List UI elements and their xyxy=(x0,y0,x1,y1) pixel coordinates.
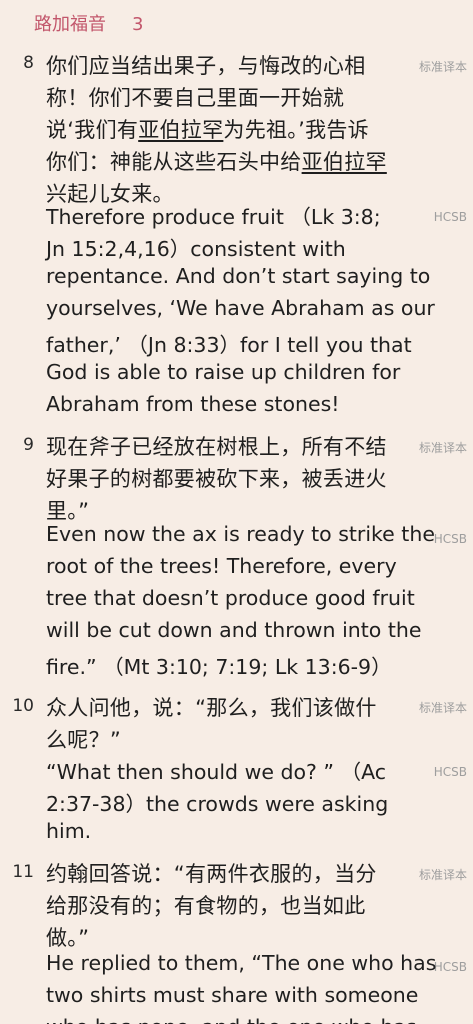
verse-11-zh-line: 给那没有的；有食物的，也当如此 xyxy=(46,894,366,918)
version-tag-hcsb[interactable]: HCSB xyxy=(434,532,467,546)
verse-8-zh-line: 说‘我们有亚伯拉罕为先祖。’我告诉 xyxy=(46,118,369,142)
verse-9-zh-line: 好果子的树都要被砍下来，被丢进火 xyxy=(46,467,387,491)
version-tag-cuv[interactable]: 标准译本 xyxy=(419,866,467,883)
bible-reader: 路加福音 3 8 标准译本 你们应当结出果子，与悔改的心相 称！你们不要自己里面… xyxy=(0,0,473,1024)
verse-8-en-line: God is able to raise up children for xyxy=(46,360,401,384)
version-tag-hcsb[interactable]: HCSB xyxy=(434,960,467,974)
book-title[interactable]: 路加福音 xyxy=(34,12,106,38)
verse-8-en-line: Jn 15:2,4,16）consistent with xyxy=(46,237,346,261)
verse-10-en-line: him. xyxy=(46,819,92,843)
chapter-number[interactable]: 3 xyxy=(132,12,143,38)
verse-8-en-line: repentance. And don’t start saying to xyxy=(46,264,431,288)
verse-9-en-line: fire.” （Mt 3:10; 7:19; Lk 13:6-9） xyxy=(46,655,392,679)
name-link-abraham[interactable]: 亚伯拉罕 xyxy=(138,118,223,142)
verse-9-zh-line: 现在斧子已经放在树根上，所有不结 xyxy=(46,435,387,459)
verse-10-en-line: 2:37-38）the crowds were asking xyxy=(46,792,389,816)
verse-11-en-line: two shirts must share with someone xyxy=(46,983,419,1007)
verse-8-en-line: yourselves, ‘We have Abraham as our xyxy=(46,296,435,320)
verse-8-zh-line: 称！你们不要自己里面一开始就 xyxy=(46,86,345,110)
verse-10-zh-line: 么呢？” xyxy=(46,728,122,752)
verse-8-en-line: Therefore produce fruit （Lk 3:8; xyxy=(46,205,381,229)
version-tag-cuv[interactable]: 标准译本 xyxy=(419,58,467,75)
verse-number-9[interactable]: 9 xyxy=(8,435,34,455)
verse-8-zh-line: 你们：神能从这些石头中给亚伯拉罕 xyxy=(46,150,387,174)
verse-9-en-line: tree that doesn’t produce good fruit xyxy=(46,586,415,610)
verse-11-en-line: He replied to them, “The one who has xyxy=(46,951,437,975)
verse-9-zh-line: 里。” xyxy=(46,499,90,523)
header-bar: 路加福音 3 xyxy=(0,0,473,50)
version-tag-hcsb[interactable]: HCSB xyxy=(434,210,467,224)
verse-11-en-line: who has none, and the one who has xyxy=(46,1015,417,1024)
verse-10-en-line: “What then should we do? ” （Ac xyxy=(46,760,387,784)
verse-10-zh-line: 众人问他，说：“那么，我们该做什 xyxy=(46,696,377,720)
verse-number-8[interactable]: 8 xyxy=(8,53,34,73)
verse-9-en-line: will be cut down and thrown into the xyxy=(46,618,422,642)
verse-9-en-line: Even now the ax is ready to strike the xyxy=(46,522,435,546)
verse-number-10[interactable]: 10 xyxy=(8,696,34,716)
verse-number-11[interactable]: 11 xyxy=(8,862,34,882)
verse-8-zh-line: 你们应当结出果子，与悔改的心相 xyxy=(46,54,366,78)
verse-8-en-line: Abraham from these stones! xyxy=(46,392,340,416)
verse-9-en-line: root of the trees! Therefore, every xyxy=(46,554,397,578)
version-tag-hcsb[interactable]: HCSB xyxy=(434,765,467,779)
name-link-abraham[interactable]: 亚伯拉罕 xyxy=(302,150,387,174)
verse-11-zh-line: 做。” xyxy=(46,926,90,950)
version-tag-cuv[interactable]: 标准译本 xyxy=(419,699,467,716)
verse-11-zh-line: 约翰回答说：“有两件衣服的，当分 xyxy=(46,862,377,886)
version-tag-cuv[interactable]: 标准译本 xyxy=(419,439,467,456)
verse-8-en-line: father,’ （Jn 8:33）for I tell you that xyxy=(46,333,412,357)
